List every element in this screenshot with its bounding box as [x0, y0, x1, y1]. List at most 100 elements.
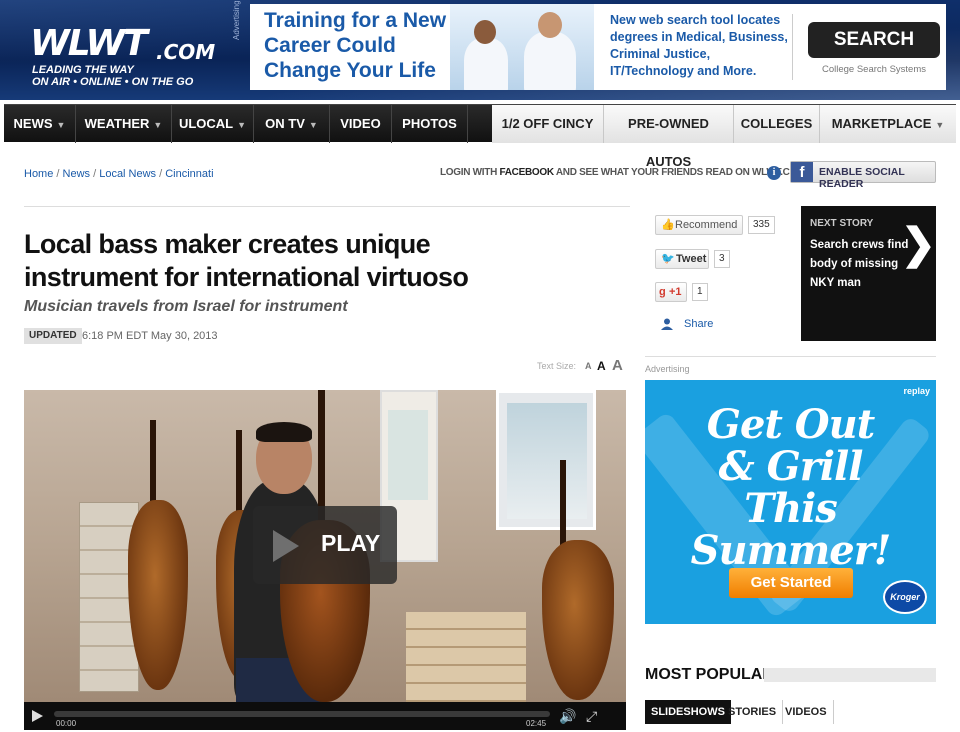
share-link[interactable]: Share — [684, 318, 713, 330]
info-icon[interactable]: i — [767, 166, 781, 180]
text-size-large[interactable]: A — [612, 357, 623, 374]
ad-photo-scientists — [450, 4, 594, 90]
thumbs-up-icon: 👍 — [661, 219, 675, 231]
breadcrumb: Home / News / Local News / Cincinnati — [24, 168, 214, 180]
divider — [645, 356, 936, 357]
video-scene-window — [496, 390, 596, 530]
recommend-count: 335 — [748, 216, 775, 234]
facebook-login-prompt: LOGIN WITH FACEBOOK AND SEE WHAT YOUR FR… — [440, 167, 805, 178]
nav-label: WEATHER — [84, 116, 150, 131]
bass-body — [128, 500, 188, 690]
recommend-label: Recommend — [675, 219, 738, 231]
nav-label: ULOCAL — [178, 116, 234, 131]
play-label: PLAY — [321, 530, 381, 556]
updated-badge: UPDATED — [24, 328, 82, 344]
nav-item-marketplace[interactable]: MARKETPLACE ▼ — [820, 105, 956, 143]
scientist-head — [538, 12, 562, 38]
most-popular-bar — [764, 668, 936, 682]
logo-text: WLWT — [30, 23, 148, 64]
divider — [24, 206, 630, 207]
chevron-down-icon: ▼ — [56, 120, 66, 130]
tweet-label: Tweet — [676, 253, 707, 265]
headline-line: & Grill — [718, 443, 864, 490]
video-progress-bar[interactable] — [54, 711, 550, 717]
text-size-small[interactable]: A — [585, 361, 592, 371]
tagline-line-1: LEADING THE WAY — [32, 64, 134, 76]
advertising-label: Advertising — [232, 0, 241, 40]
video-player[interactable]: PLAY 00:00 02:45 🔊 ⤢ — [24, 390, 626, 730]
play-icon[interactable] — [32, 710, 43, 722]
nav-item-ontv[interactable]: ON TV ▼ — [254, 105, 330, 143]
main-nav: NEWS ▼ WEATHER ▼ ULOCAL ▼ ON TV ▼ VIDEO PHOT… — [4, 104, 956, 169]
chevron-down-icon: ▼ — [308, 120, 318, 130]
nav-item-half-off-cincy[interactable]: 1/2 OFF CINCY — [492, 105, 604, 143]
tagline-line-2: ON AIR • ONLINE • ON THE GO — [32, 76, 194, 88]
nav-item-pre-owned-autos[interactable]: PRE-OWNED AUTOS — [604, 105, 734, 169]
nav-item-weather[interactable]: WEATHER ▼ — [76, 105, 172, 143]
ad-sponsor: College Search Systems — [821, 64, 927, 75]
replay-button[interactable]: replay — [903, 386, 930, 396]
text-size-medium[interactable]: A — [597, 359, 606, 373]
breadcrumb-local-news[interactable]: Local News — [99, 168, 156, 180]
nav-item-news[interactable]: NEWS ▼ — [4, 105, 76, 143]
recommend-button[interactable]: 👍 Recommend — [655, 215, 743, 235]
facebook-icon: f — [791, 162, 813, 182]
tweet-button[interactable]: 🐦 Tweet — [655, 249, 709, 269]
headline-line: Get Out — [706, 401, 875, 448]
gplus-count: 1 — [692, 283, 708, 301]
logo-dotcom: .COM — [156, 40, 216, 64]
google-plus-icon: g — [659, 286, 666, 298]
video-scene-person-hair — [256, 422, 312, 442]
tab-videos[interactable]: VIDEOS — [779, 700, 834, 724]
ad-divider — [792, 14, 793, 80]
site-header: WLWT .COM LEADING THE WAY ON AIR • ONLIN… — [0, 0, 960, 100]
nav-label: MARKETPLACE — [831, 116, 932, 131]
nav-item-photos[interactable]: PHOTOS — [392, 105, 468, 143]
video-scene-stairs — [406, 612, 526, 702]
enable-social-reader-button[interactable]: f ENABLE SOCIAL READER — [790, 161, 936, 190]
nav-label: ON TV — [265, 116, 305, 131]
nav-item-video[interactable]: VIDEO — [330, 105, 392, 143]
tagline: LEADING THE WAY ON AIR • ONLINE • ON THE… — [32, 64, 232, 88]
fullscreen-icon[interactable]: ⤢ — [586, 708, 597, 724]
tweet-count: 3 — [714, 250, 730, 268]
nav-item-colleges[interactable]: COLLEGES — [734, 105, 820, 143]
time-total: 02:45 — [526, 719, 547, 728]
ad-headline: Training for a New Career Could Change Y… — [264, 9, 447, 82]
share-user-icon — [661, 318, 673, 330]
headline-line: This Summer! — [690, 485, 892, 574]
search-here-button[interactable]: SEARCH HERE — [808, 22, 940, 86]
nav-item-ulocal[interactable]: ULOCAL ▼ — [172, 105, 254, 143]
most-popular-title: MOST POPULAR — [645, 666, 774, 683]
bass-body — [542, 540, 614, 700]
top-banner-ad[interactable]: Training for a New Career Could Change Y… — [250, 4, 946, 90]
wlwt-logo[interactable]: WLWT .COM — [30, 23, 220, 65]
ad-headline: Get Out & Grill This Summer! — [645, 404, 936, 572]
next-story-panel[interactable]: NEXT STORY Search crews find body of mis… — [801, 206, 936, 341]
video-controls: 00:00 02:45 🔊 ⤢ — [24, 702, 626, 730]
twitter-icon: 🐦 — [661, 253, 675, 265]
article-headline: Local bass maker creates unique instrume… — [24, 229, 469, 292]
advertising-label: Advertising — [645, 364, 690, 374]
chevron-down-icon: ▼ — [153, 120, 163, 130]
scientist-figure — [464, 38, 508, 90]
play-button[interactable]: PLAY — [253, 506, 397, 584]
bass-neck — [560, 460, 566, 550]
breadcrumb-cincinnati[interactable]: Cincinnati — [165, 168, 213, 180]
next-story-label: NEXT STORY — [810, 218, 874, 229]
scientist-figure — [524, 32, 576, 90]
kroger-ad[interactable]: replay Get Out & Grill This Summer! Get … — [645, 380, 936, 624]
text-size-control: Text Size: A A A — [537, 357, 623, 374]
scientist-head — [474, 20, 496, 44]
article-subhead: Musician travels from Israel for instrum… — [24, 298, 348, 315]
ad-description: New web search tool locates degrees in M… — [610, 13, 788, 78]
get-started-button[interactable]: Get Started — [729, 568, 853, 598]
breadcrumb-home[interactable]: Home — [24, 168, 53, 180]
time-current: 00:00 — [56, 719, 77, 728]
volume-icon[interactable]: 🔊 — [559, 708, 576, 724]
text-size-label: Text Size: — [537, 361, 577, 371]
tab-slideshows[interactable]: SLIDESHOWS — [645, 700, 731, 724]
google-plus-button[interactable]: g +1 — [655, 282, 687, 302]
tab-stories[interactable]: STORIES — [722, 700, 784, 724]
breadcrumb-news[interactable]: News — [63, 168, 91, 180]
